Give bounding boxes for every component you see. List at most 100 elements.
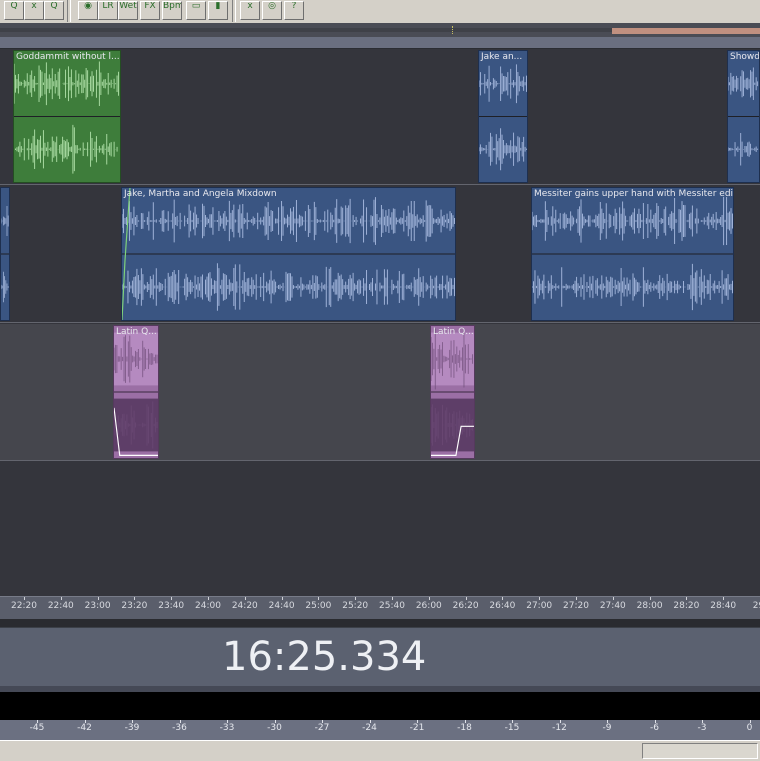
time-tick-label: 24:20 — [231, 601, 258, 611]
db-tick-label: -15 — [504, 723, 520, 733]
track-2[interactable]: Jake, Martha and Angela Mixdown Messiter … — [0, 186, 760, 323]
time-tick — [686, 597, 688, 600]
db-tick-label: -24 — [362, 723, 377, 733]
current-time-readout: 16:25.334 — [222, 634, 427, 680]
db-tick-label: -33 — [219, 723, 235, 733]
time-tick-label: 22:20 — [11, 601, 37, 611]
record-mute-button[interactable]: x̄ — [240, 1, 260, 20]
time-tick-label: 24:00 — [195, 601, 221, 611]
envelope-icon: LR — [102, 1, 114, 11]
audio-clip[interactable]: Latin Q... — [430, 325, 475, 459]
meter-button[interactable]: ▮ — [208, 1, 228, 20]
audio-clip[interactable] — [0, 187, 10, 321]
status-bar — [0, 740, 760, 761]
time-display-panel: 16:25.334 — [0, 627, 760, 687]
fx-button[interactable]: FX — [140, 1, 160, 20]
envelope-button[interactable]: LR — [98, 1, 118, 20]
wet-icon: Wet — [119, 1, 137, 11]
clip-name: Latin Q... — [433, 327, 474, 337]
time-ruler[interactable]: 22:20 22:40 23:00 23:20 23:40 24:00 24:20 24:40… — [0, 596, 760, 619]
db-tick-label: -45 — [29, 723, 45, 733]
level-meter — [0, 692, 760, 720]
db-tick-label: -9 — [602, 723, 612, 733]
sample-view-button[interactable]: x̄ — [24, 1, 44, 20]
time-tick-label: 24:40 — [268, 601, 295, 611]
time-tick-label: 23:40 — [158, 601, 185, 611]
time-tick — [502, 597, 504, 600]
time-tick — [24, 597, 25, 600]
status-pane — [642, 743, 758, 759]
db-tick-label: -12 — [552, 723, 567, 733]
audio-clip[interactable]: Jake, Martha and Angela Mixdown — [121, 187, 456, 321]
help-button[interactable]: ? — [284, 1, 304, 20]
waveform — [728, 67, 759, 166]
record-button[interactable]: ◉ — [78, 1, 98, 20]
audio-clip[interactable]: Goddammit without l... — [13, 50, 121, 183]
time-tick-label: 27:40 — [599, 601, 626, 611]
audio-clip[interactable]: Messiter gains upper hand with Messiter … — [531, 187, 734, 321]
time-tick — [649, 597, 651, 600]
time-tick-label: 25:40 — [379, 601, 405, 611]
marker-ruler[interactable] — [0, 37, 760, 49]
overview-range — [0, 28, 612, 32]
bpm-button[interactable]: Bpm — [162, 1, 182, 20]
db-tick-label: -42 — [77, 723, 92, 733]
zoom-icon: Q — [10, 1, 18, 11]
time-tick — [392, 597, 393, 600]
time-tick-label: 29: — [752, 601, 760, 611]
wet-button[interactable]: Wet — [118, 1, 138, 20]
track-1[interactable]: Goddammit without l... Jake an... Showd — [0, 49, 760, 185]
waveform — [114, 332, 158, 456]
db-tick-label: 0 — [746, 723, 753, 733]
time-tick-label: 28:00 — [636, 601, 663, 611]
time-tick — [318, 597, 320, 600]
waveform — [1, 206, 9, 303]
clip-icon: ▭ — [191, 1, 201, 11]
ruler-separator — [0, 619, 760, 627]
track-4-empty[interactable] — [0, 462, 760, 597]
magnify-wave-icon: Q — [50, 1, 58, 11]
time-tick-label: 27:00 — [526, 601, 553, 611]
help-icon: ? — [291, 1, 297, 11]
loop-button[interactable]: ◎ — [262, 1, 282, 20]
fx-icon: FX — [144, 1, 156, 11]
time-tick — [208, 597, 209, 600]
time-tick-label: 23:20 — [121, 601, 148, 611]
overview-viewport-handle[interactable] — [612, 28, 760, 34]
waveform — [122, 188, 455, 320]
record-mute-icon: x̄ — [247, 1, 253, 11]
clip-name: Jake, Martha and Angela Mixdown — [124, 189, 277, 199]
time-tick — [244, 597, 246, 600]
db-tick-label: -18 — [457, 723, 472, 733]
time-tick — [539, 597, 541, 600]
time-tick — [576, 597, 577, 600]
time-tick — [723, 597, 725, 600]
time-tick — [60, 597, 62, 600]
overview-cursor-marker — [452, 26, 454, 34]
magnify-wave-button[interactable]: Q — [44, 1, 64, 20]
audio-clip[interactable]: Jake an... — [478, 50, 528, 183]
session-overview-bar[interactable] — [0, 23, 760, 37]
clip-name: Showd — [730, 52, 760, 62]
time-tick — [465, 597, 467, 600]
time-tick-label: 28:20 — [673, 601, 700, 611]
clip-name: Jake an... — [481, 52, 523, 62]
time-tick — [428, 597, 430, 600]
zoom-button[interactable]: Q — [4, 1, 24, 20]
time-tick-label: 22:40 — [47, 601, 74, 611]
db-tick-label: -27 — [314, 723, 330, 733]
toolbar-separator — [232, 0, 236, 22]
db-tick-label: -36 — [172, 723, 187, 733]
audio-clip[interactable]: Latin Q... — [113, 325, 159, 459]
clip-button[interactable]: ▭ — [186, 1, 206, 20]
time-tick-label: 26:40 — [489, 601, 516, 611]
bpm-icon: Bpm — [163, 1, 182, 11]
time-tick — [171, 597, 173, 600]
time-tick — [281, 597, 283, 600]
time-tick — [134, 597, 136, 600]
track-3[interactable]: Latin Q... Latin Q... — [0, 324, 760, 461]
db-tick-label: -6 — [650, 723, 659, 733]
audio-clip[interactable]: Showd — [727, 50, 760, 183]
clip-name: Messiter gains upper hand with Messiter … — [534, 189, 734, 199]
time-tick — [612, 597, 614, 600]
